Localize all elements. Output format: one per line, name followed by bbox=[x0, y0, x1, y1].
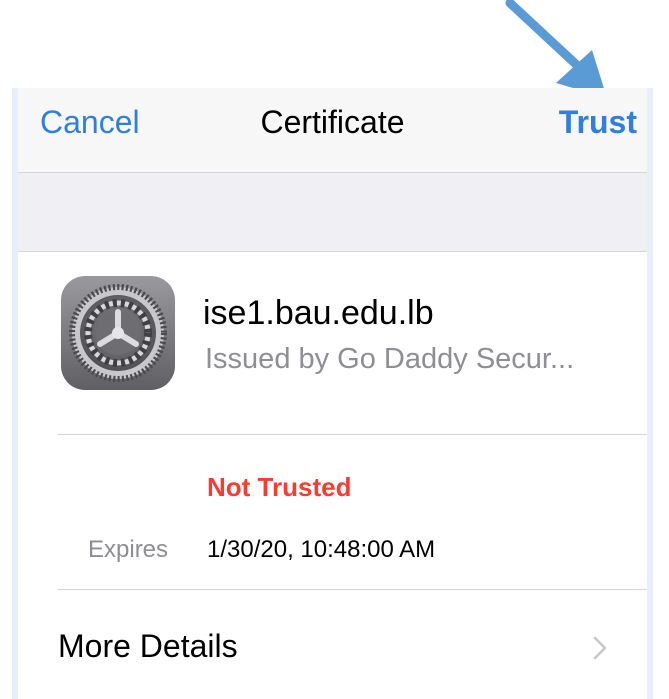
certificate-summary: ise1.bau.edu.lb Issued by Go Daddy Secur… bbox=[18, 252, 647, 435]
more-details-row[interactable]: More Details bbox=[18, 590, 647, 699]
trust-status-label: Not Trusted bbox=[207, 472, 352, 502]
more-details-label: More Details bbox=[58, 628, 238, 664]
chevron-right-icon bbox=[593, 636, 607, 660]
expires-value: 1/30/20, 10:48:00 AM bbox=[207, 536, 436, 563]
certificate-issuer: Issued by Go Daddy Secur... bbox=[205, 343, 575, 375]
certificate-screen: Cancel Certificate Trust ise1.bau.edu.lb… bbox=[12, 88, 653, 699]
trust-button[interactable]: Trust bbox=[559, 104, 637, 141]
page-title: Certificate bbox=[260, 104, 405, 140]
navigation-bar: Cancel Certificate Trust bbox=[18, 88, 647, 173]
settings-gear-icon bbox=[61, 276, 175, 390]
divider bbox=[58, 434, 647, 435]
certificate-name: ise1.bau.edu.lb bbox=[203, 294, 434, 332]
expires-label: Expires bbox=[88, 536, 169, 563]
section-spacer bbox=[18, 173, 647, 252]
